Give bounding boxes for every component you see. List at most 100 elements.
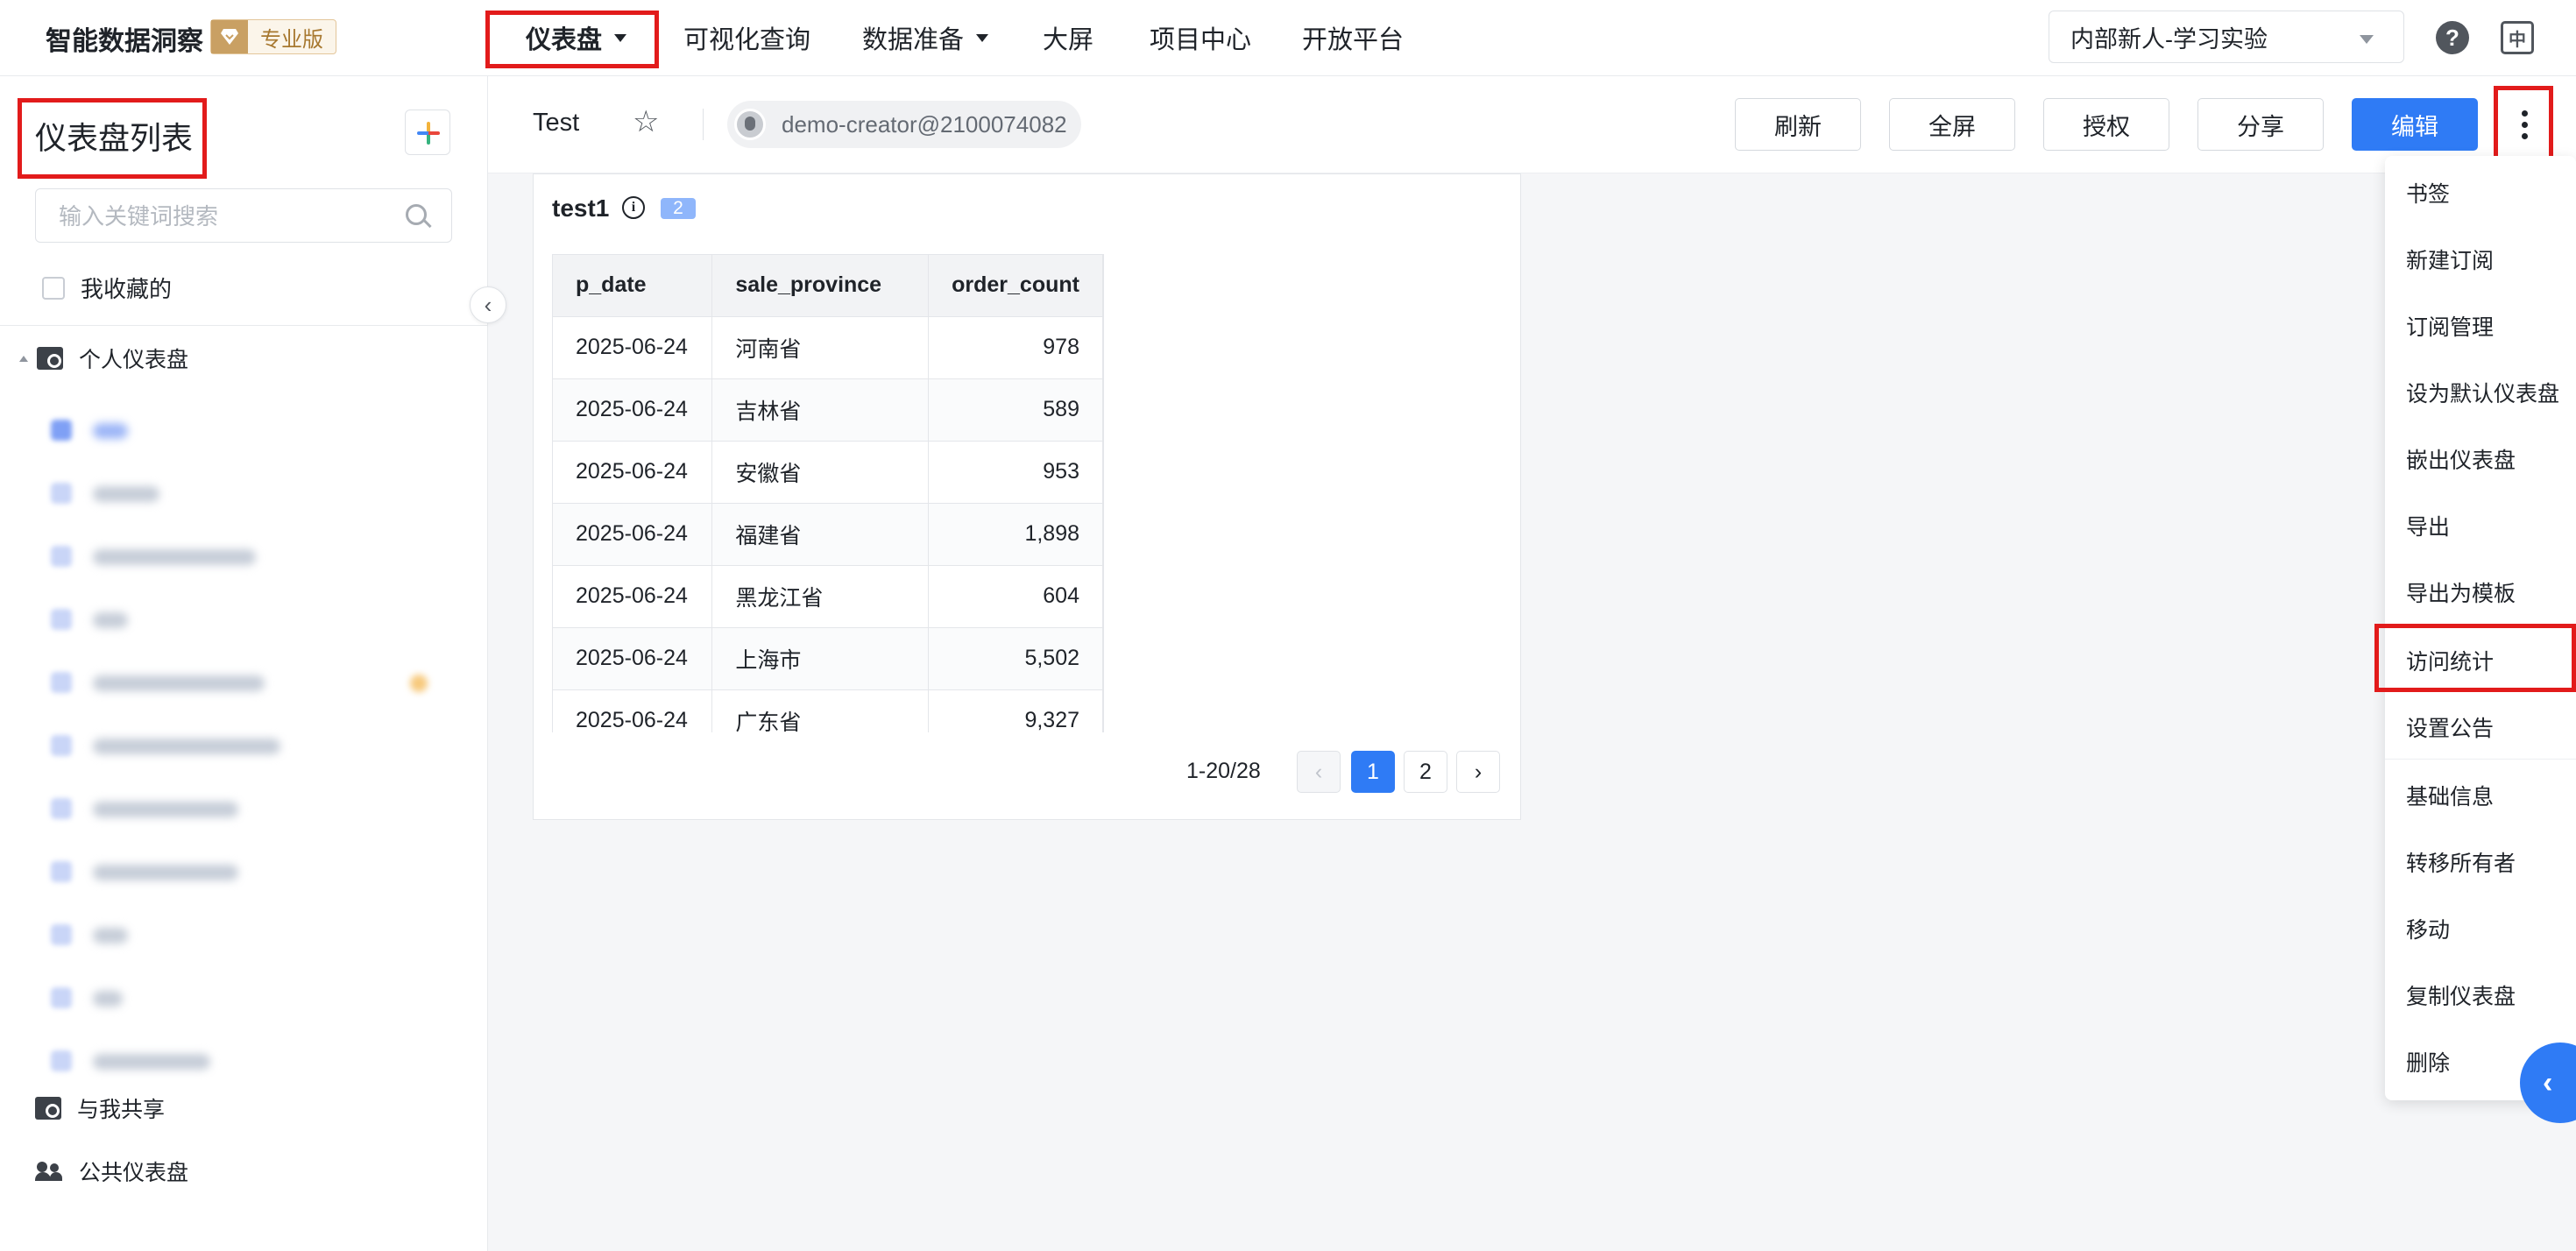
list-item[interactable] <box>49 714 470 777</box>
avatar <box>734 109 766 140</box>
cell-p-date: 2025-06-24 <box>553 378 713 442</box>
nav-data-prep[interactable]: 数据准备 <box>862 0 989 75</box>
list-item[interactable] <box>49 399 470 462</box>
menu-item-move[interactable]: 移动 <box>2406 913 2450 944</box>
redacted-text <box>93 865 238 880</box>
cell-sale-province: 河南省 <box>711 315 930 379</box>
dashboard-icon <box>51 609 72 630</box>
users-icon <box>35 1162 62 1181</box>
group-personal-dashboards[interactable]: 个人仪表盘 <box>19 343 188 374</box>
column-header-order-count[interactable]: order_count <box>928 255 1103 317</box>
menu-item-access-stats[interactable]: 访问统计 <box>2406 645 2494 676</box>
table-row: 2025-06-24 福建省 1,898 <box>553 502 1103 566</box>
cell-order-count: 9,327 <box>928 689 1103 732</box>
next-page-button[interactable]: › <box>1456 751 1500 793</box>
add-dashboard-button[interactable] <box>405 110 450 155</box>
menu-item-basic-info[interactable]: 基础信息 <box>2406 780 2494 811</box>
favorites-filter[interactable]: 我收藏的 <box>42 272 172 304</box>
nav-dashboard-label: 仪表盘 <box>526 26 603 54</box>
favorites-checkbox[interactable] <box>42 276 65 300</box>
share-button[interactable]: 分享 <box>2197 98 2324 151</box>
dashboard-icon <box>51 735 72 756</box>
diamond-icon <box>211 20 248 53</box>
prev-page-button[interactable]: ‹ <box>1297 751 1341 793</box>
dashboard-icon <box>51 987 72 1008</box>
menu-item-delete[interactable]: 删除 <box>2406 1046 2450 1078</box>
group-personal-label: 个人仪表盘 <box>79 348 189 372</box>
workspace-label: 内部新人-学习实验 <box>2070 25 2268 53</box>
nav-dashboard[interactable]: 仪表盘 <box>526 0 627 75</box>
redacted-text <box>93 612 128 628</box>
caret-down-icon <box>614 33 627 42</box>
info-icon[interactable]: i <box>622 196 645 219</box>
cell-order-count: 604 <box>928 564 1103 628</box>
list-item[interactable] <box>49 966 470 1029</box>
menu-item-export-template[interactable]: 导出为模板 <box>2406 576 2516 608</box>
workspace-select[interactable]: 内部新人-学习实验 <box>2049 11 2404 63</box>
dashboard-icon <box>51 672 72 693</box>
owner-chip[interactable]: demo-creator@2100074082 <box>727 101 1081 148</box>
edition-label: 专业版 <box>260 27 323 52</box>
authorize-button[interactable]: 授权 <box>2043 98 2169 151</box>
column-header-p-date[interactable]: p_date <box>553 255 713 317</box>
expand-caret-icon[interactable] <box>19 355 28 362</box>
menu-item-bookmark[interactable]: 书签 <box>2406 177 2450 208</box>
menu-item-export[interactable]: 导出 <box>2406 510 2450 541</box>
plus-icon-bar <box>417 131 440 135</box>
cell-p-date: 2025-06-24 <box>553 689 713 732</box>
collapse-sidebar-button[interactable]: ‹ <box>470 286 506 323</box>
cell-order-count: 978 <box>928 315 1103 379</box>
dropdown-arrow-icon <box>2360 35 2374 44</box>
nav-project-center[interactable]: 项目中心 <box>1150 0 1251 75</box>
redacted-text <box>93 675 265 691</box>
nav-big-screen[interactable]: 大屏 <box>1043 0 1093 75</box>
nav-open-platform[interactable]: 开放平台 <box>1302 0 1404 75</box>
favorites-label: 我收藏的 <box>81 276 173 302</box>
list-item[interactable] <box>49 525 470 588</box>
fullscreen-button[interactable]: 全屏 <box>1889 98 2015 151</box>
group-shared-with-me[interactable]: 与我共享 <box>35 1092 165 1124</box>
owner-name: demo-creator@2100074082 <box>782 110 1067 138</box>
more-options-icon[interactable] <box>2506 98 2543 151</box>
list-item[interactable] <box>49 651 470 714</box>
table-row: 2025-06-24 上海市 5,502 <box>553 626 1103 690</box>
dashboard-icon <box>51 924 72 945</box>
menu-item-subscription-management[interactable]: 订阅管理 <box>2406 310 2494 342</box>
table-row: 2025-06-24 河南省 978 <box>553 315 1103 379</box>
divider <box>0 325 487 326</box>
group-public-dashboards[interactable]: 公共仪表盘 <box>35 1156 188 1187</box>
menu-item-transfer-owner[interactable]: 转移所有者 <box>2406 846 2516 878</box>
menu-item-new-subscription[interactable]: 新建订阅 <box>2406 244 2494 275</box>
menu-item-embed[interactable]: 嵌出仪表盘 <box>2406 443 2516 475</box>
widget-title: test1 <box>552 194 610 222</box>
nav-visual-query[interactable]: 可视化查询 <box>683 0 810 75</box>
list-item[interactable] <box>49 903 470 966</box>
table-header-row: p_date sale_province order_count <box>553 255 1103 317</box>
menu-item-copy[interactable]: 复制仪表盘 <box>2406 979 2516 1011</box>
search-input[interactable] <box>57 189 393 244</box>
table-row: 2025-06-24 吉林省 589 <box>553 378 1103 442</box>
menu-item-announcement[interactable]: 设置公告 <box>2406 711 2494 743</box>
search-icon[interactable] <box>406 204 427 225</box>
edit-button[interactable]: 编辑 <box>2352 98 2478 151</box>
list-item[interactable] <box>49 777 470 840</box>
page-button-1[interactable]: 1 <box>1351 751 1395 793</box>
page-button-2[interactable]: 2 <box>1404 751 1447 793</box>
list-item[interactable] <box>49 840 470 903</box>
cell-sale-province: 上海市 <box>711 626 930 690</box>
language-icon[interactable]: 中 <box>2501 21 2534 54</box>
favorite-star-icon[interactable] <box>410 675 428 692</box>
menu-item-set-default[interactable]: 设为默认仪表盘 <box>2406 377 2559 408</box>
search-box <box>35 188 452 244</box>
refresh-button[interactable]: 刷新 <box>1735 98 1861 151</box>
list-item[interactable] <box>49 588 470 651</box>
column-header-sale-province[interactable]: sale_province <box>711 255 930 317</box>
list-item[interactable] <box>49 1029 470 1092</box>
product-logo-text[interactable]: 智能数据洞察 <box>46 19 203 58</box>
cell-p-date: 2025-06-24 <box>553 502 713 566</box>
cell-p-date: 2025-06-24 <box>553 440 713 504</box>
favorite-star-icon[interactable]: ☆ <box>633 104 659 139</box>
list-item[interactable] <box>49 462 470 525</box>
menu-divider <box>2385 759 2576 760</box>
help-icon[interactable]: ? <box>2436 21 2469 54</box>
